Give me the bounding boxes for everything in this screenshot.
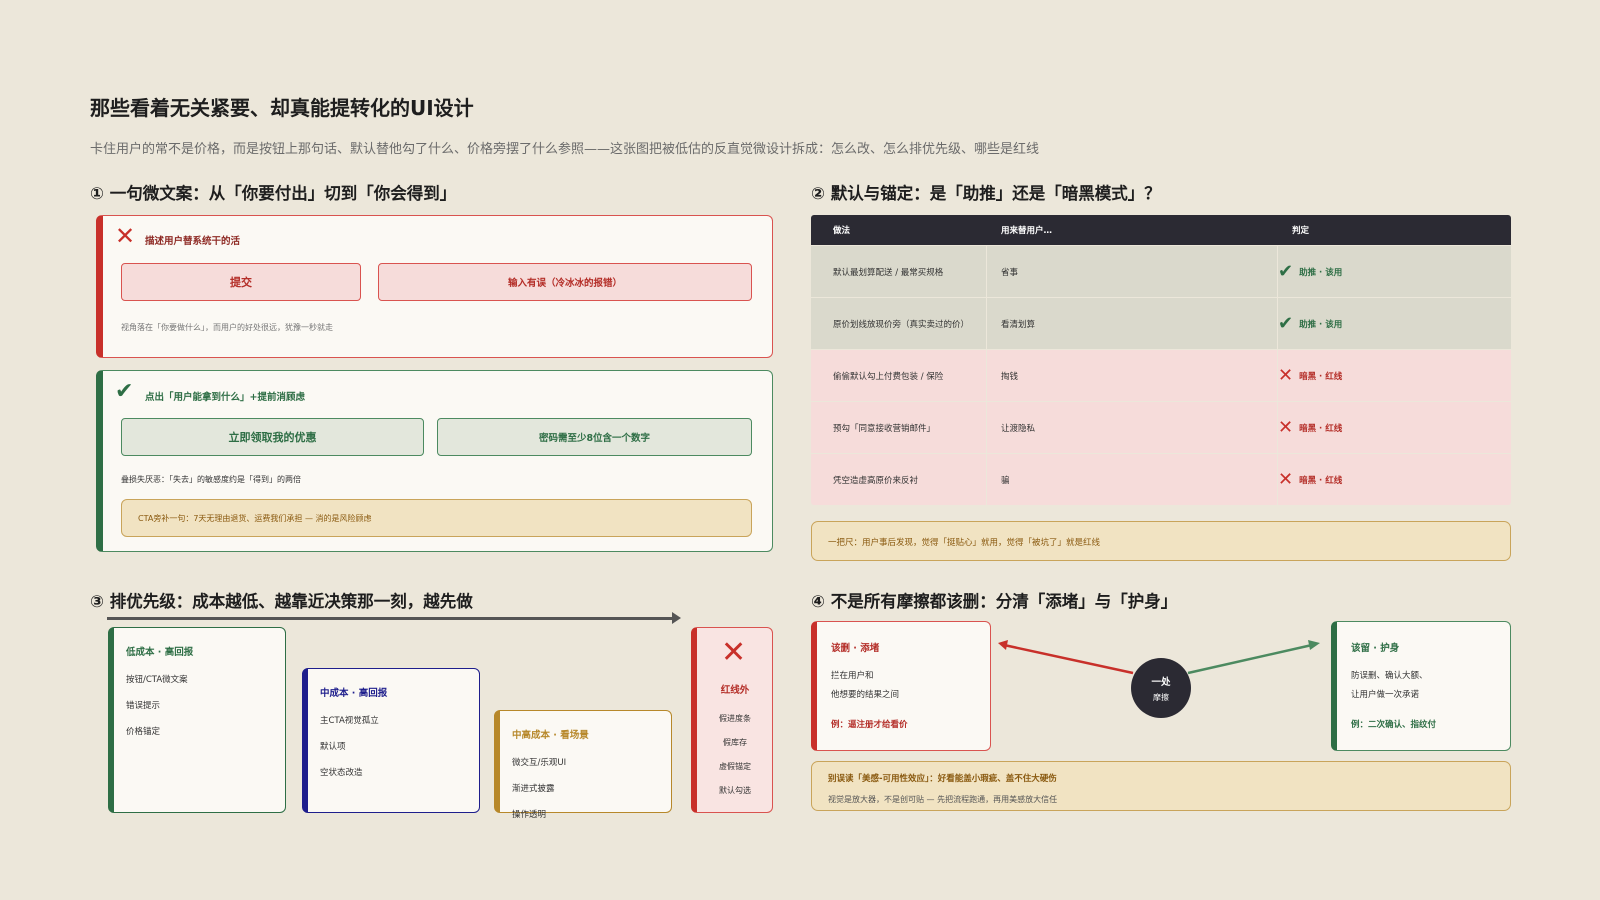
error-message-bad: 输入有误（冷冰冰的报错） [378, 263, 752, 301]
aesthetic-note-title: 别误读「美感-可用性效应」：好看能盖小瑕疵、盖不住大硬伤 [828, 774, 1057, 784]
bad-copy-note: 视角落在「你要做什么」，而用户的好处很远，犹豫一秒就走 [121, 323, 333, 332]
section2-title: ② 默认与锚定：是「助推」还是「暗黑模式」？ [811, 184, 1161, 203]
cell-practice: 默认最划算配送 / 最常买规格 [811, 246, 987, 297]
redline-title: 红线外 [720, 685, 750, 696]
cta-callout: CTA旁补一句：7天无理由退货、运费我们承担 — 消的是风险顾虑 [121, 499, 752, 537]
aesthetic-usability-note: 别误读「美感-可用性效应」：好看能盖小瑕疵、盖不住大硬伤 视觉是放大器，不是创可… [811, 761, 1511, 811]
bad-copy-card: ✕ 描述用户替系统干的活 提交 输入有误（冷冰冰的报错） 视角落在「你要做什么」… [96, 215, 773, 358]
table-row: 凭空造虚高原价来反衬骗 ✕ 暗黑 · 红线 [811, 453, 1511, 505]
section1-title: ① 一句微文案：从「你要付出」切到「你会得到」 [90, 184, 457, 203]
redline-item: 假进度条 [719, 714, 751, 723]
redline-card: ✕ 红线外 假进度条假库存虚假锚定默认勾选 [691, 627, 773, 813]
good-copy-note: 叠损失厌恶：「失去」的敏感度约是「得到」的两倍 [121, 475, 301, 484]
friction-node-line2: 摩擦 [1153, 693, 1169, 702]
arrow-head-right [1308, 640, 1320, 650]
cell-purpose: 骗 [987, 454, 1278, 505]
aesthetic-note-body: 视觉是放大器，不是创可贴 — 先把流程跑通，再用美感放大信任 [828, 795, 1058, 804]
tier-item: 微交互/乐观UI [512, 758, 567, 768]
remove-friction-line: 他想要的结果之间 [831, 690, 900, 700]
arrow-head-left [998, 640, 1008, 650]
col-practice: 做法 [833, 226, 851, 236]
cell-purpose: 省事 [987, 246, 1278, 297]
tier-title: 中高成本 · 看场景 [512, 730, 589, 741]
tier-item: 价格锚定 [126, 727, 161, 737]
submit-button-bad[interactable]: 提交 [121, 263, 361, 301]
tier-item: 主CTA视觉孤立 [320, 716, 379, 726]
remove-friction-example: 例：逼注册才给看价 [831, 720, 908, 730]
x-icon: ✕ [115, 222, 136, 250]
redline-item: 虚假锚定 [719, 762, 751, 771]
verdict-label: 暗黑 · 红线 [1299, 475, 1343, 486]
x-icon: ✕ [721, 635, 747, 670]
check-icon: ✔ [115, 379, 134, 404]
section4-title: ④ 不是所有摩擦都该删：分清「添堵」与「护身」 [811, 592, 1178, 611]
check-icon: ✔ [1278, 313, 1294, 334]
col-verdict: 判定 [1292, 226, 1310, 236]
friction-node-line1: 一处 [1151, 677, 1171, 688]
cell-verdict: ✕ 暗黑 · 红线 [1278, 350, 1511, 401]
priority-arrow [107, 617, 677, 620]
tier-item: 操作透明 [512, 810, 547, 820]
page-subtitle: 卡住用户的常不是价格，而是按钮上那句话、默认替他勾了什么、价格旁摆了什么参照——… [90, 142, 1040, 157]
cell-purpose: 让渡隐私 [987, 402, 1278, 453]
x-icon: ✕ [1278, 417, 1294, 438]
table-header: 做法 用来替用户… 判定 [811, 215, 1511, 245]
cell-practice: 预勾「同意接收营销邮件」 [811, 402, 987, 453]
cell-practice: 偷偷默认勾上付费包装 / 保险 [811, 350, 987, 401]
redline-item: 默认勾选 [719, 786, 751, 795]
priority-arrow-head [672, 612, 681, 624]
keep-friction-example: 例：二次确认、指纹付 [1351, 720, 1437, 730]
x-icon: ✕ [1278, 365, 1294, 386]
table-row: 默认最划算配送 / 最常买规格 省事 ✔ 助推 · 该用 [811, 245, 1511, 297]
table-row: 原价划线放现价旁（真实卖过的价） 看清划算 ✔ 助推 · 该用 [811, 297, 1511, 349]
priority-tier-card: 中高成本 · 看场景 微交互/乐观UI 渐进式披露操作透明 [494, 710, 672, 820]
cell-verdict: ✕ 暗黑 · 红线 [1278, 454, 1511, 505]
tier-item: 渐进式披露 [512, 784, 555, 794]
cell-verdict: ✕ 暗黑 · 红线 [1278, 402, 1511, 453]
tier-item: 按钮/CTA微文案 [126, 675, 188, 685]
page-title: 那些看着无关紧要、却真能提转化的UI设计 [90, 96, 474, 120]
remove-friction-card: 该删 · 添堵 拦在用户和 他想要的结果之间 例：逼注册才给看价 [811, 621, 991, 751]
col-purpose: 用来替用户… [1001, 226, 1053, 236]
priority-tier-card: 低成本 · 高回报 按钮/CTA微文案 错误提示价格锚定 [108, 627, 286, 813]
check-icon: ✔ [1278, 261, 1294, 282]
cell-practice: 原价划线放现价旁（真实卖过的价） [811, 298, 987, 349]
tier-item: 空状态改造 [320, 768, 363, 778]
table-row: 预勾「同意接收营销邮件」 让渡隐私 ✕ 暗黑 · 红线 [811, 401, 1511, 453]
password-hint-good: 密码需至少8位含一个数字 [437, 418, 752, 456]
bad-copy-label: 描述用户替系统干的活 [145, 236, 241, 247]
tier-title: 低成本 · 高回报 [126, 647, 194, 658]
keep-friction-title: 该留 · 护身 [1351, 643, 1400, 654]
verdict-label: 助推 · 该用 [1299, 267, 1343, 278]
verdict-label: 暗黑 · 红线 [1299, 423, 1343, 434]
cell-purpose: 掏钱 [987, 350, 1278, 401]
cell-practice: 凭空造虚高原价来反衬 [811, 454, 987, 505]
cell-purpose: 看清划算 [987, 298, 1278, 349]
remove-friction-title: 该删 · 添堵 [831, 643, 880, 654]
table-row: 偷偷默认勾上付费包装 / 保险 掏钱 ✕ 暗黑 · 红线 [811, 349, 1511, 401]
friction-node: 一处 摩擦 [1131, 658, 1191, 718]
tier-item: 默认项 [320, 742, 346, 752]
tier-title: 中成本 · 高回报 [320, 688, 388, 699]
cell-verdict: ✔ 助推 · 该用 [1278, 298, 1511, 349]
verdict-label: 暗黑 · 红线 [1299, 371, 1343, 382]
keep-friction-line: 防误删、确认大额、 [1351, 671, 1428, 681]
remove-friction-line: 拦在用户和 [831, 671, 874, 681]
good-copy-label: 点出「用户能拿到什么」+提前消顾虑 [145, 392, 305, 403]
rule-note: 一把尺：用户事后发现，觉得「挺贴心」就用，觉得「被坑了」就是红线 [811, 521, 1511, 561]
arrow-to-remove [1003, 643, 1134, 675]
priority-tier-card: 中成本 · 高回报 主CTA视觉孤立 默认项空状态改造 [302, 668, 480, 813]
arrow-to-keep [1187, 643, 1313, 675]
nudge-vs-dark-table: 做法 用来替用户… 判定 默认最划算配送 / 最常买规格 省事 ✔ 助推 · 该用 原价… [811, 215, 1511, 505]
keep-friction-line: 让用户做一次承诺 [1351, 690, 1420, 700]
keep-friction-card: 该留 · 护身 防误删、确认大额、 让用户做一次承诺 例：二次确认、指纹付 [1331, 621, 1511, 751]
redline-item: 假库存 [723, 738, 747, 747]
verdict-label: 助推 · 该用 [1299, 319, 1343, 330]
claim-offer-button[interactable]: 立即领取我的优惠 [121, 418, 424, 456]
good-copy-card: ✔ 点出「用户能拿到什么」+提前消顾虑 立即领取我的优惠 密码需至少8位含一个数… [96, 370, 773, 552]
tier-item: 错误提示 [126, 701, 161, 711]
cell-verdict: ✔ 助推 · 该用 [1278, 246, 1511, 297]
section3-title: ③ 排优先级：成本越低、越靠近决策那一刻，越先做 [90, 592, 473, 611]
x-icon: ✕ [1278, 469, 1294, 490]
